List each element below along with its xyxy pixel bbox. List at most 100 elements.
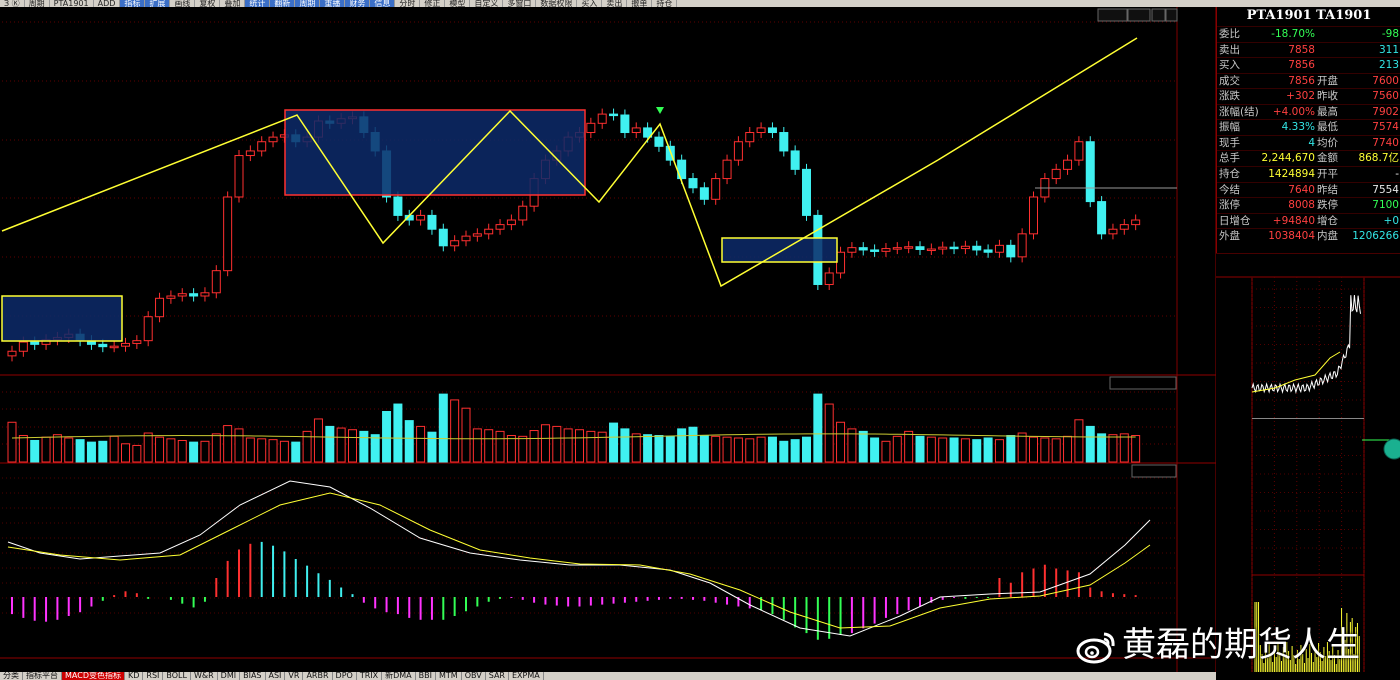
toolbar-item[interactable]: 信息: [370, 0, 396, 7]
toolbar-item[interactable]: 数据权限: [536, 0, 578, 7]
chart-header-button[interactable]: [1165, 8, 1178, 22]
candle-body: [132, 340, 142, 344]
toolbar-item[interactable]: 持仓: [652, 0, 678, 7]
top-toolbar: Ӟ Ⓚ 周期 PTA1901 ADD 指标 扩展 画线 复权 叠加 统计 翻新 周期 重播 财务 信息 分时修…: [0, 0, 1400, 7]
indicator-tab[interactable]: KD: [125, 672, 144, 680]
quote-field: 8008: [1288, 199, 1315, 212]
volume-bar: [245, 437, 255, 463]
toolbar-item[interactable]: 复权: [195, 0, 221, 7]
chart-header-button[interactable]: [1151, 8, 1166, 22]
candle-body: [1097, 201, 1107, 235]
candle-body: [1108, 228, 1118, 235]
quote-field: 868.7亿: [1358, 152, 1399, 165]
candle-body: [972, 245, 982, 251]
indicator-tab[interactable]: BIAS: [240, 672, 266, 680]
indicator-tab[interactable]: BOLL: [163, 672, 191, 680]
volume-bar: [313, 418, 323, 463]
toolbar-item[interactable]: 指标: [120, 0, 146, 7]
volume-bar: [960, 438, 970, 463]
toolbar-item[interactable]: ADD: [94, 0, 121, 7]
indicator-tab[interactable]: VR: [285, 672, 304, 680]
quote-row: 买入 7856 213: [1217, 57, 1400, 72]
toolbar-item[interactable]: 自定义: [470, 0, 504, 7]
indicator-tab[interactable]: 指标平台: [23, 672, 62, 680]
toolbar-item[interactable]: 财务: [345, 0, 371, 7]
toolbar-item[interactable]: 扩展: [145, 0, 171, 7]
volume-bar: [518, 435, 528, 463]
quote-field: 昨收: [1317, 90, 1338, 103]
toolbar-item[interactable]: Ӟ Ⓚ: [0, 0, 25, 7]
indicator-tab[interactable]: RSI: [143, 672, 164, 680]
volume-bar: [938, 437, 948, 463]
toolbar-item[interactable]: 翻新: [270, 0, 296, 7]
indicator-tab[interactable]: ASI: [266, 672, 286, 680]
volume-bar: [382, 411, 392, 463]
candle-body: [654, 136, 664, 147]
volume-bar: [472, 428, 482, 463]
volume-bar: [484, 429, 494, 463]
volume-bar: [529, 430, 539, 463]
candle-body: [597, 113, 607, 124]
volume-bar: [416, 425, 426, 463]
candle-body: [1017, 233, 1027, 258]
candle-body: [722, 159, 732, 180]
indicator-tab[interactable]: 新DMA: [382, 672, 416, 680]
candle-body: [926, 248, 936, 252]
indicator-tab[interactable]: BBI: [416, 672, 436, 680]
toolbar-item[interactable]: 买入: [577, 0, 603, 7]
quote-row: 涨跌 +302 昨收 7560: [1217, 88, 1400, 103]
volume-type-button[interactable]: [1109, 376, 1177, 390]
toolbar-item[interactable]: 模型: [445, 0, 471, 7]
toolbar-item[interactable]: 修正: [420, 0, 446, 7]
toolbar-item[interactable]: 统计: [245, 0, 271, 7]
quote-field: 7902: [1372, 105, 1399, 118]
indicator-tab[interactable]: DPO: [333, 672, 357, 680]
toolbar-item[interactable]: 周期: [295, 0, 321, 7]
toolbar-item[interactable]: 重播: [320, 0, 346, 7]
mini-badge[interactable]: [1383, 438, 1400, 460]
volume-bar: [915, 435, 925, 463]
volume-bar: [870, 437, 880, 463]
toolbar-item[interactable]: 画线: [170, 0, 196, 7]
volume-bar: [279, 440, 289, 463]
quote-field: 最高: [1317, 105, 1338, 118]
toolbar-item[interactable]: 撤单: [627, 0, 653, 7]
toolbar-item[interactable]: 卖出: [602, 0, 628, 7]
volume-bar: [86, 441, 96, 463]
volume-bar: [506, 435, 516, 463]
indicator-tab[interactable]: ARBR: [303, 672, 333, 680]
macd-help-button[interactable]: [1131, 464, 1177, 478]
toolbar-item[interactable]: PTA1901: [50, 0, 94, 7]
toolbar-item[interactable]: 周期: [25, 0, 50, 7]
indicator-tab[interactable]: W&R: [191, 672, 218, 680]
indicator-tab[interactable]: MTM: [436, 672, 462, 680]
quote-field: +4.00%: [1272, 105, 1315, 118]
volume-bar: [654, 435, 664, 463]
candle-body: [688, 178, 698, 189]
indicator-tab[interactable]: MACD变色指标: [62, 672, 125, 680]
volume-bar: [268, 439, 278, 463]
quote-row: 日增仓 +94840 增仓 +0: [1217, 212, 1400, 228]
quote-field: 7640: [1288, 183, 1315, 196]
indicator-tab[interactable]: TRIX: [357, 672, 383, 680]
candle-body: [200, 292, 210, 297]
toolbar-item[interactable]: 叠加: [220, 0, 246, 7]
volume-bar: [688, 426, 698, 463]
chart-header-button[interactable]: [1097, 8, 1128, 22]
indicator-tab[interactable]: 分类: [0, 672, 23, 680]
quote-field: 1038404: [1268, 230, 1315, 243]
indicator-tab[interactable]: DMI: [218, 672, 241, 680]
candle-body: [257, 141, 267, 152]
toolbar-item[interactable]: 分时: [395, 0, 421, 7]
candle-body: [586, 122, 596, 134]
volume-bar: [1097, 433, 1107, 463]
volume-bar: [677, 428, 687, 463]
indicator-tab[interactable]: EXPMA: [509, 672, 544, 680]
candle-body: [30, 341, 40, 345]
candle-body: [1029, 196, 1038, 235]
candle-body: [18, 341, 28, 352]
indicator-tab[interactable]: OBV: [462, 672, 486, 680]
chart-header-button[interactable]: [1127, 8, 1151, 22]
toolbar-item[interactable]: 多窗口: [503, 0, 537, 7]
indicator-tab[interactable]: SAR: [486, 672, 509, 680]
